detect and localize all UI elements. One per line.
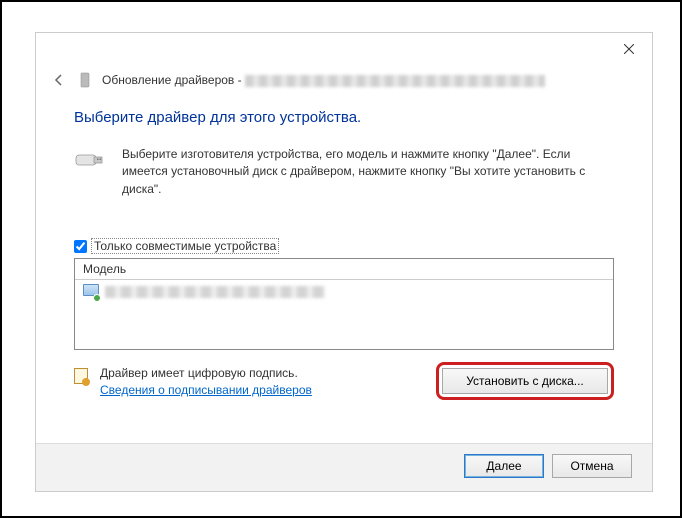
signature-text: Драйвер имеет цифровую подпись.: [100, 366, 312, 380]
next-button[interactable]: Далее: [464, 454, 544, 478]
close-button[interactable]: [606, 34, 652, 64]
model-listbox[interactable]: Модель: [74, 258, 614, 350]
certificate-icon: [74, 368, 92, 386]
page-heading: Выберите драйвер для этого устройства.: [74, 109, 614, 126]
compatible-only-label: Только совместимые устройства: [91, 238, 279, 254]
compatible-only-row: Только совместимые устройства: [74, 238, 614, 254]
install-from-disk-highlight: Установить с диска...: [436, 362, 614, 400]
signature-info-link[interactable]: Сведения о подписывании драйверов: [100, 383, 312, 397]
list-header-model[interactable]: Модель: [75, 259, 613, 280]
list-item[interactable]: [75, 280, 613, 304]
usb-drive-icon: [74, 148, 108, 172]
redacted-model-name: [105, 286, 325, 298]
footer-bar: Далее Отмена: [36, 443, 652, 491]
header-title: Обновление драйверов -: [102, 73, 545, 87]
cancel-button[interactable]: Отмена: [552, 454, 632, 478]
signature-info: Драйвер имеет цифровую подпись. Сведения…: [74, 366, 312, 397]
update-drivers-dialog: Обновление драйверов - Выберите драйвер …: [35, 32, 653, 492]
page-frame: Обновление драйверов - Выберите драйвер …: [0, 0, 682, 518]
device-icon: [78, 71, 92, 89]
header-row: Обновление драйверов -: [36, 65, 652, 103]
redacted-device-name: [245, 75, 545, 87]
back-button[interactable]: [50, 71, 68, 89]
signature-row: Драйвер имеет цифровую подпись. Сведения…: [74, 366, 614, 400]
compatible-only-checkbox[interactable]: [74, 240, 87, 253]
titlebar: [36, 33, 652, 65]
close-icon: [624, 44, 634, 54]
install-from-disk-button[interactable]: Установить с диска...: [442, 368, 608, 394]
instruction-row: Выберите изготовителя устройства, его мо…: [74, 146, 614, 198]
instruction-text: Выберите изготовителя устройства, его мо…: [122, 146, 614, 198]
signed-driver-icon: [83, 284, 99, 300]
back-arrow-icon: [52, 73, 66, 87]
content-area: Выберите драйвер для этого устройства. В…: [36, 109, 652, 400]
